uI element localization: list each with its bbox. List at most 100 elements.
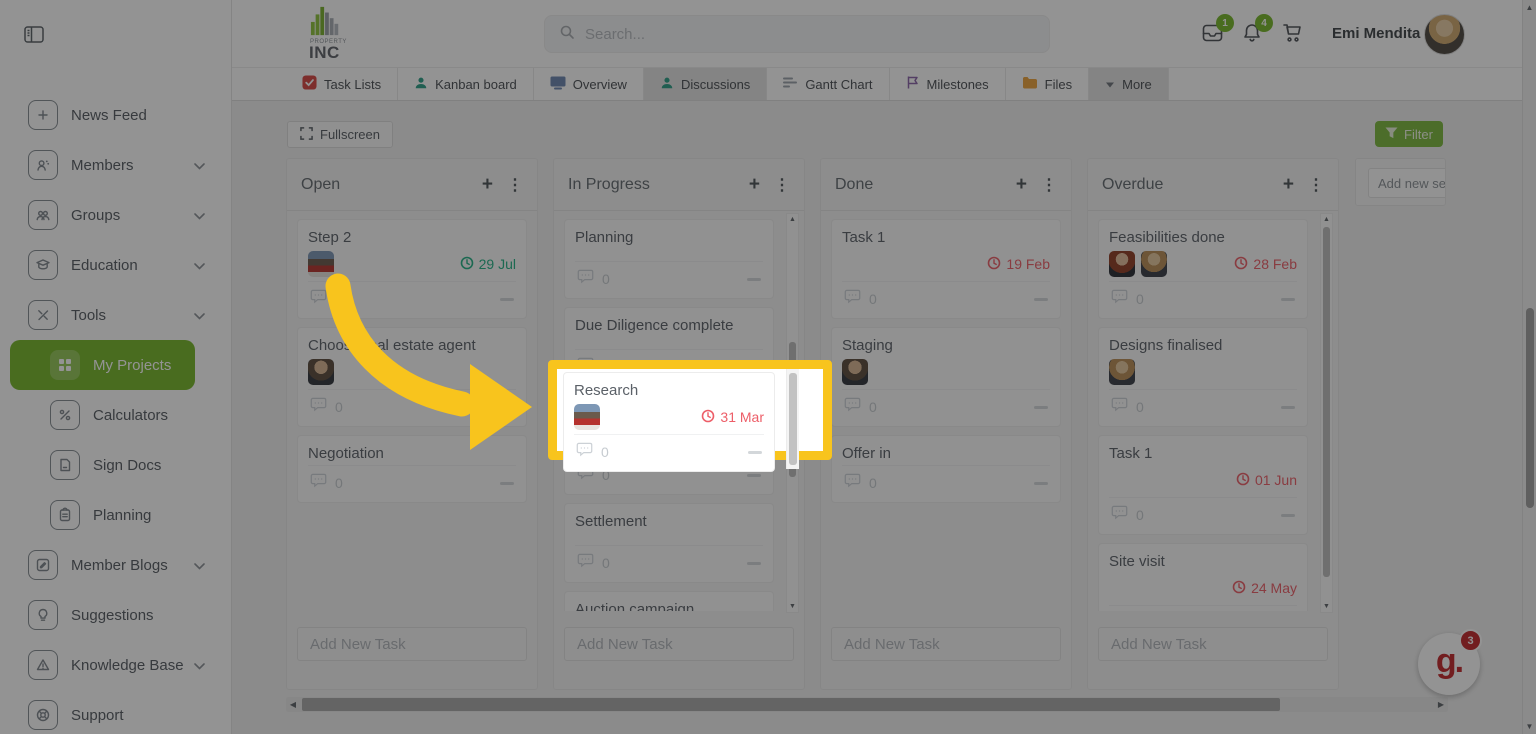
drag-handle-icon[interactable] [1034,481,1048,485]
kanban-card[interactable]: Offer in 0 [831,435,1061,503]
tab-discussions[interactable]: Discussions [643,68,768,100]
scroll-up-icon[interactable] [1321,216,1332,223]
column-scroll-thumb[interactable] [1323,227,1330,577]
chevron-down-icon[interactable] [194,207,205,224]
page-vertical-scrollbar[interactable] [1522,0,1536,734]
sidebar-toggle-icon[interactable] [24,26,44,48]
column-menu-icon[interactable] [774,175,790,195]
chevron-down-icon[interactable] [194,307,205,324]
drag-handle-icon[interactable] [1281,405,1295,409]
tab-task-lists[interactable]: Task Lists [286,68,399,100]
add-task-icon[interactable] [749,174,760,196]
drag-handle-icon[interactable] [1034,297,1048,301]
user-avatar[interactable] [1424,14,1465,55]
drag-handle-icon[interactable] [500,405,514,409]
tab-files[interactable]: Files [1006,68,1090,100]
tab-more[interactable]: More [1089,68,1169,100]
assignee-avatar[interactable] [574,404,600,430]
property-inc-logo[interactable]: PROPERTY INC [308,5,368,61]
drag-handle-icon[interactable] [747,277,761,281]
sidebar-item-calculators[interactable]: Calculators [0,390,231,440]
tab-gantt-chart[interactable]: Gantt Chart [767,68,890,100]
sidebar-item-news-feed[interactable]: News Feed [0,90,231,140]
add-task-icon[interactable] [1016,174,1027,196]
kanban-card[interactable]: Negotiation 0 [297,435,527,503]
tab-kanban-board[interactable]: Kanban board [398,68,534,100]
cart-icon[interactable] [1280,21,1304,50]
tab-milestones[interactable]: Milestones [890,68,1006,100]
kanban-card[interactable]: Feasibilities done 28 Feb 0 [1098,219,1308,319]
scroll-up-icon[interactable] [1523,3,1536,12]
sidebar-item-member-blogs[interactable]: Member Blogs [0,540,231,590]
fullscreen-button[interactable]: Fullscreen [287,121,393,148]
chevron-down-icon[interactable] [194,257,205,274]
sidebar-item-suggestions[interactable]: Suggestions [0,590,231,640]
sidebar-item-tools[interactable]: Tools [0,290,231,340]
scroll-up-icon[interactable] [787,216,798,223]
chevron-down-icon[interactable] [194,557,205,574]
drag-handle-icon[interactable] [1281,513,1295,517]
column-menu-icon[interactable] [1308,175,1324,195]
kanban-card[interactable]: Choose real estate agent 0 [297,327,527,427]
assignee-avatar[interactable] [308,251,334,277]
scroll-down-icon[interactable] [787,603,798,610]
sidebar-item-sign-docs[interactable]: Sign Docs [0,440,231,490]
board-horizontal-scrollbar[interactable] [286,697,1448,712]
sidebar-item-planning[interactable]: Planning [0,490,231,540]
sidebar-item-knowledge-base[interactable]: Knowledge Base [0,640,231,690]
assignee-avatar[interactable] [308,359,334,385]
sidebar-item-my-projects[interactable]: My Projects [10,340,195,390]
drag-handle-icon[interactable] [748,450,762,454]
column-menu-icon[interactable] [1041,175,1057,195]
kanban-card[interactable]: Planning 0 [564,219,774,299]
add-new-section-input[interactable]: Add new sect [1368,168,1445,198]
kanban-card[interactable]: Designs finalised 0 [1098,327,1308,427]
scroll-left-icon[interactable] [286,697,300,712]
scroll-down-icon[interactable] [1321,603,1332,610]
scroll-right-icon[interactable] [1434,697,1448,712]
search-box[interactable] [544,15,1050,53]
help-widget-button[interactable]: g. 3 [1418,629,1482,695]
drag-handle-icon[interactable] [1034,405,1048,409]
assignee-avatar[interactable] [1109,359,1135,385]
filter-button[interactable]: Filter [1375,121,1443,147]
sidebar-item-groups[interactable]: Groups [0,190,231,240]
kanban-card[interactable]: Auction campaign0 [564,591,774,611]
add-new-task-input[interactable]: Add New Task [1098,627,1328,661]
assignee-avatar[interactable] [842,359,868,385]
highlighted-card[interactable]: Research 31 Mar 0 [563,372,775,472]
assignee-avatar[interactable] [1109,251,1135,277]
assignee-avatar[interactable] [1141,251,1167,277]
drag-handle-icon[interactable] [747,473,761,477]
search-input[interactable] [585,25,985,43]
user-name[interactable]: Emi Mendita [1332,25,1420,42]
drag-handle-icon[interactable] [500,481,514,485]
drag-handle-icon[interactable] [747,561,761,565]
sidebar-item-education[interactable]: Education [0,240,231,290]
add-new-task-input[interactable]: Add New Task [831,627,1061,661]
add-new-task-input[interactable]: Add New Task [564,627,794,661]
kanban-card[interactable]: Step 2 29 Jul 0 [297,219,527,319]
inbox-icon[interactable]: 1 [1200,14,1234,50]
kanban-card[interactable]: Task 1 01 Jun 0 [1098,435,1308,535]
column-scroll-thumb[interactable] [789,373,797,465]
tab-overview[interactable]: Overview [534,68,644,100]
add-new-task-input[interactable]: Add New Task [297,627,527,661]
horizontal-scroll-thumb[interactable] [302,698,1280,711]
scroll-down-icon[interactable] [1523,722,1536,731]
column-scrollbar[interactable] [1320,213,1333,613]
chevron-down-icon[interactable] [194,157,205,174]
drag-handle-icon[interactable] [1281,297,1295,301]
notifications-bell-icon[interactable]: 4 [1240,14,1273,50]
sidebar-item-support[interactable]: Support [0,690,231,734]
kanban-card[interactable]: Site visit 24 May 0 [1098,543,1308,611]
add-task-icon[interactable] [1283,174,1294,196]
chevron-down-icon[interactable] [194,657,205,674]
sidebar-item-members[interactable]: Members [0,140,231,190]
kanban-card[interactable]: Staging 0 [831,327,1061,427]
kanban-card[interactable]: Settlement 0 [564,503,774,583]
drag-handle-icon[interactable] [500,297,514,301]
column-menu-icon[interactable] [507,175,523,195]
kanban-card[interactable]: Task 1 19 Feb 0 [831,219,1061,319]
add-task-icon[interactable] [482,174,493,196]
